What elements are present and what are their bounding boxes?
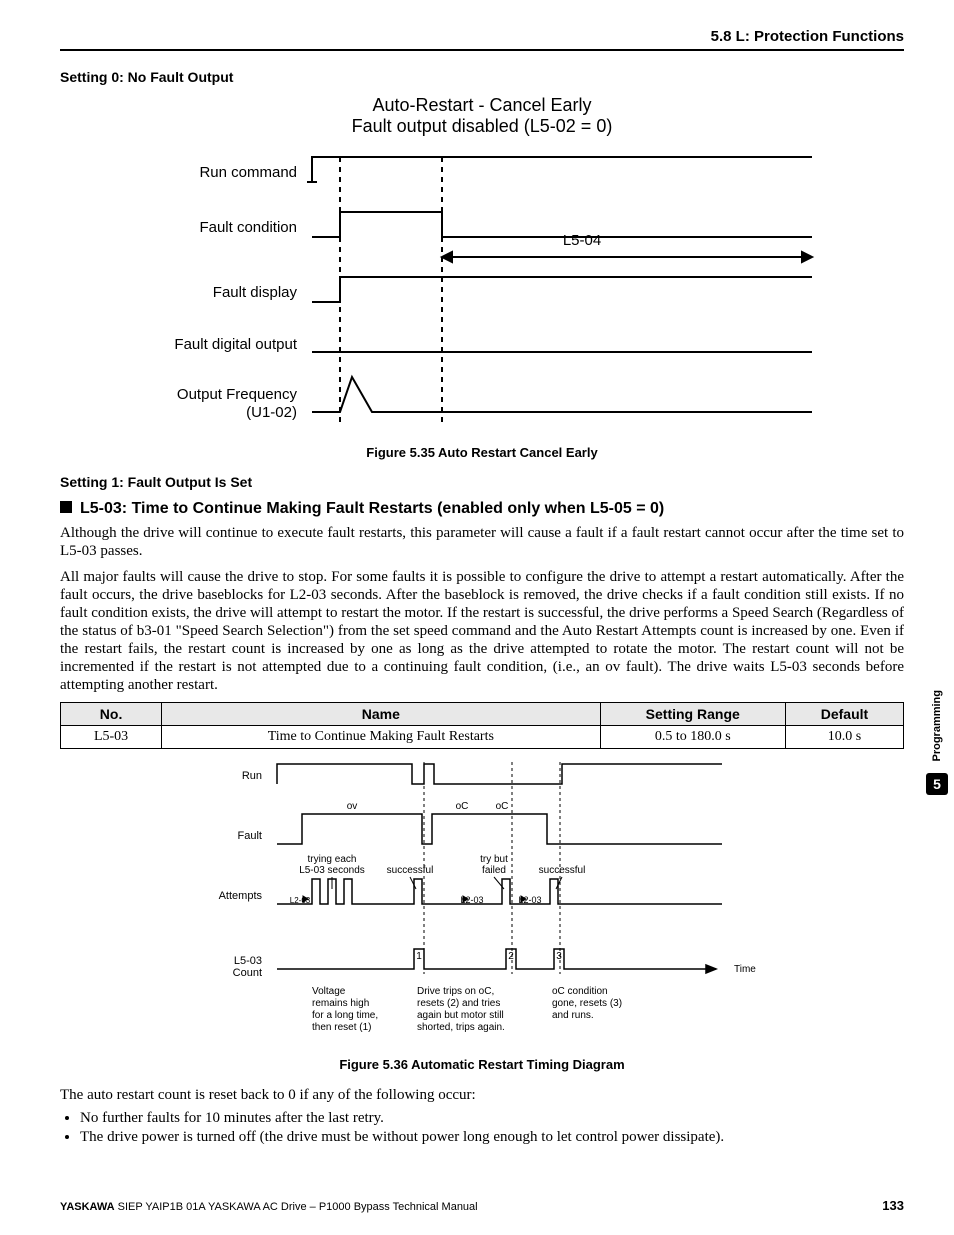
paragraph-1: Although the drive will continue to exec… <box>60 524 904 560</box>
list-item: No further faults for 10 minutes after t… <box>80 1110 904 1127</box>
param-heading-l5-03: L5-03: Time to Continue Making Fault Res… <box>60 500 904 518</box>
svg-text:ov: ov <box>347 801 358 812</box>
svg-text:oC: oC <box>456 801 469 812</box>
svg-text:for a long time,: for a long time, <box>312 1010 378 1021</box>
svg-text:oC: oC <box>496 801 509 812</box>
svg-text:Voltage: Voltage <box>312 986 346 997</box>
td-no: L5-03 <box>61 726 162 749</box>
th-default: Default <box>785 703 903 726</box>
th-range: Setting Range <box>600 703 785 726</box>
svg-text:gone, resets (3): gone, resets (3) <box>552 998 622 1009</box>
svg-text:1: 1 <box>416 951 422 962</box>
svg-text:Run command: Run command <box>199 164 297 181</box>
square-bullet-icon <box>60 501 72 513</box>
bullet-list: No further faults for 10 minutes after t… <box>80 1110 904 1146</box>
timing-diagram-1: Run command Fault condition Fault displa… <box>112 137 852 437</box>
timing-diagram-2: Run Fault Attempts L5-03 Count ov oC oC … <box>162 759 802 1049</box>
svg-text:and runs.: and runs. <box>552 1010 594 1021</box>
subheading-setting-1: Setting 1: Fault Output Is Set <box>60 474 904 490</box>
table-row: L5-03 Time to Continue Making Fault Rest… <box>61 726 904 749</box>
svg-text:shorted, trips again.: shorted, trips again. <box>417 1022 505 1033</box>
svg-text:2: 2 <box>508 951 514 962</box>
fig1-title-line1: Auto-Restart - Cancel Early <box>60 95 904 116</box>
svg-text:oC condition: oC condition <box>552 986 608 997</box>
svg-text:successful: successful <box>387 865 434 876</box>
svg-text:Attempts: Attempts <box>219 890 263 902</box>
td-range: 0.5 to 180.0 s <box>600 726 785 749</box>
fig1-caption: Figure 5.35 Auto Restart Cancel Early <box>60 445 904 460</box>
figure-5-36: Run Fault Attempts L5-03 Count ov oC oC … <box>60 759 904 1049</box>
page-number: 133 <box>882 1198 904 1213</box>
svg-text:Count: Count <box>233 967 262 979</box>
svg-text:Drive trips on oC,: Drive trips on oC, <box>417 986 494 997</box>
footer-brand: YASKAWA <box>60 1201 115 1213</box>
svg-text:L5-04: L5-04 <box>563 232 601 249</box>
th-name: Name <box>162 703 600 726</box>
figure-5-35: Auto-Restart - Cancel Early Fault output… <box>60 95 904 437</box>
list-item: The drive power is turned off (the drive… <box>80 1129 904 1146</box>
page-header: 5.8 L: Protection Functions <box>60 28 904 51</box>
svg-text:Output Frequency: Output Frequency <box>177 386 298 403</box>
svg-text:resets (2) and tries: resets (2) and tries <box>417 998 500 1009</box>
svg-text:Time: Time <box>734 964 756 975</box>
svg-text:Run: Run <box>242 770 262 782</box>
svg-text:(U1-02): (U1-02) <box>246 404 297 421</box>
svg-text:L5-03: L5-03 <box>234 955 262 967</box>
svg-text:Fault display: Fault display <box>213 284 298 301</box>
fig1-title-line2: Fault output disabled (L5-02 = 0) <box>60 116 904 137</box>
td-default: 10.0 s <box>785 726 903 749</box>
svg-text:L2-03: L2-03 <box>290 896 311 905</box>
th-no: No. <box>61 703 162 726</box>
svg-text:remains high: remains high <box>312 998 369 1009</box>
svg-text:Fault condition: Fault condition <box>199 219 297 236</box>
svg-text:failed: failed <box>482 865 506 876</box>
table-header-row: No. Name Setting Range Default <box>61 703 904 726</box>
fig2-caption: Figure 5.36 Automatic Restart Timing Dia… <box>60 1057 904 1072</box>
after-fig2-text: The auto restart count is reset back to … <box>60 1086 904 1104</box>
side-tab-number: 5 <box>926 773 948 795</box>
footer-text: SIEP YAIP1B 01A YASKAWA AC Drive – P1000… <box>115 1201 478 1213</box>
svg-text:try but: try but <box>480 854 508 865</box>
side-tab-label: Programming <box>931 690 943 762</box>
subheading-setting-0: Setting 0: No Fault Output <box>60 69 904 85</box>
page-footer: YASKAWA SIEP YAIP1B 01A YASKAWA AC Drive… <box>60 1198 904 1213</box>
side-tab: Programming 5 <box>926 690 948 795</box>
svg-text:again but motor still: again but motor still <box>417 1010 504 1021</box>
svg-text:3: 3 <box>556 951 562 962</box>
td-name: Time to Continue Making Fault Restarts <box>162 726 600 749</box>
param-table: No. Name Setting Range Default L5-03 Tim… <box>60 702 904 749</box>
svg-text:successful: successful <box>539 865 586 876</box>
paragraph-2: All major faults will cause the drive to… <box>60 568 904 694</box>
svg-text:Fault digital output: Fault digital output <box>174 336 297 353</box>
svg-text:then reset (1): then reset (1) <box>312 1022 371 1033</box>
svg-text:L5-03 seconds: L5-03 seconds <box>299 865 365 876</box>
svg-text:trying each: trying each <box>308 854 357 865</box>
svg-text:Fault: Fault <box>238 830 262 842</box>
